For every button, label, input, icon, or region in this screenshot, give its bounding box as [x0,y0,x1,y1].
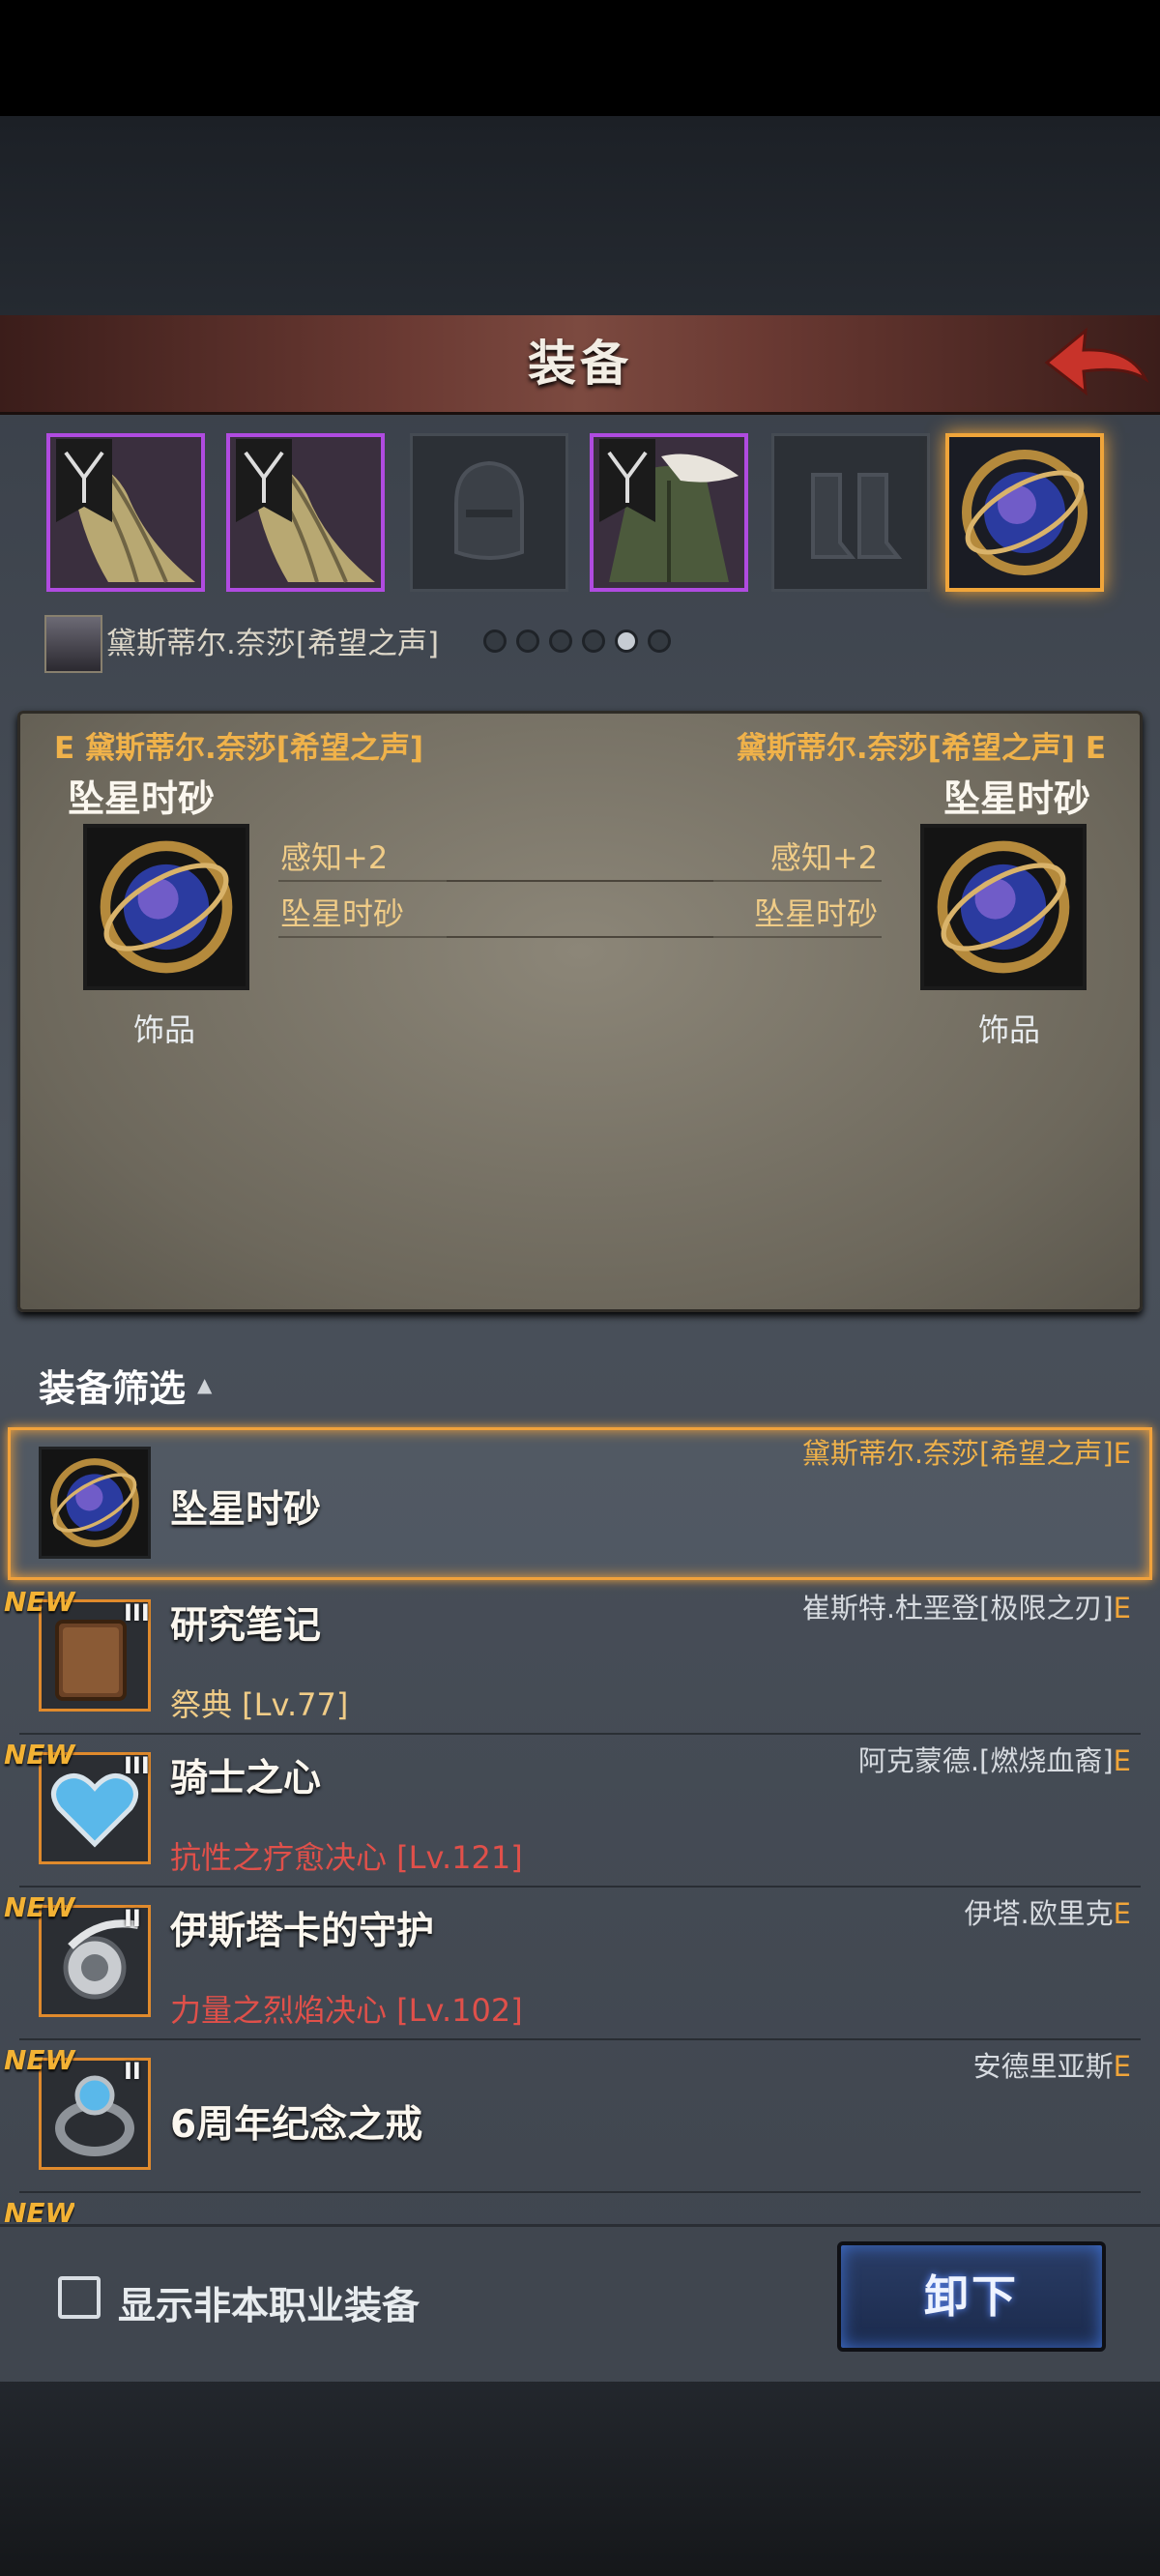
right-effect: 坠星时砂 [753,895,878,932]
page-dot-2[interactable] [516,629,539,653]
status-bar-area [0,0,1160,116]
equip-slot-helmet[interactable] [410,433,568,592]
item-owner: 安德里亚斯E [972,2050,1131,2083]
right-item-icon [920,824,1087,990]
character-name: 黛斯蒂尔.奈莎[希望之声] [106,627,440,661]
item-requirement: 抗性之疗愈决心 [Lv.121] [170,1839,523,1876]
tier-badge: II [124,1905,141,1932]
avatar [44,615,102,673]
equip-slot-4[interactable] [590,433,748,592]
back-button[interactable] [1039,319,1155,406]
unequip-button-label[interactable]: 卸下 [837,2241,1106,2352]
right-item-name: 坠星时砂 [942,777,1090,820]
item-requirement: 祭典 [Lv.77] [170,1686,349,1723]
row-divider [19,1886,1141,1888]
equip-slot-boots[interactable] [771,433,930,592]
item-owner: 伊塔.欧里克E [964,1897,1131,1930]
item-icon [39,1447,151,1559]
row-divider [19,1733,1141,1735]
item-name: 6周年纪念之戒 [170,2103,423,2147]
equip-slot-accessory[interactable] [945,433,1104,592]
item-name: 伊斯塔卡的守护 [170,1910,435,1953]
hourglass-orb-icon [937,840,1070,974]
right-category: 饰品 [978,1011,1041,1048]
item-requirement: 力量之烈焰决心 [Lv.102] [170,1992,523,2029]
new-badge: NEW [4,2044,75,2076]
page-dot-5-active[interactable] [615,629,638,653]
page-dot-6[interactable] [648,629,671,653]
item-name: 坠星时砂 [170,1488,322,1532]
top-backdrop [0,116,1160,315]
back-arrow-icon [1044,327,1149,396]
hourglass-orb-icon [962,450,1088,575]
left-owner: E 黛斯蒂尔.奈莎[希望之声] [54,731,424,766]
banner-icon [56,439,112,522]
right-stat: 感知+2 [769,839,878,876]
item-owner: 崔斯特.杜垩登[极限之刃]E [801,1592,1131,1625]
checkbox-label[interactable]: 显示非本职业装备 [118,2276,420,2330]
boots-icon [811,473,903,559]
item-owner: 黛斯蒂尔.奈莎[希望之声]E [801,1437,1131,1470]
equip-slot-2[interactable] [226,433,385,592]
tier-badge: II [124,2058,141,2085]
banner-icon [599,439,655,522]
hourglass-orb-icon [100,840,233,974]
item-name: 研究笔记 [170,1604,322,1648]
right-divider [447,880,882,882]
helmet-icon [454,460,524,560]
bottom-backdrop [0,2379,1160,2576]
new-badge: NEW [4,1586,75,1618]
left-category: 饰品 [133,1011,196,1048]
tier-badge: III [124,1752,150,1779]
row-divider [19,2191,1141,2193]
page-dot-3[interactable] [549,629,572,653]
new-badge: NEW [4,1891,75,1923]
show-other-class-checkbox[interactable] [58,2276,101,2319]
equip-slot-1[interactable] [46,433,205,592]
left-item-name: 坠星时砂 [68,777,216,820]
left-effect: 坠星时砂 [280,895,405,932]
hourglass-orb-icon [50,1458,139,1547]
new-badge: NEW [4,2197,75,2222]
row-divider [19,2038,1141,2040]
left-stat: 感知+2 [280,839,389,876]
item-name: 骑士之心 [170,1757,322,1800]
left-item-icon [83,824,249,990]
right-owner: 黛斯蒂尔.奈莎[希望之声] E [736,731,1106,766]
page-dot-4[interactable] [582,629,605,653]
item-owner: 阿克蒙德.[燃烧血裔]E [857,1744,1131,1777]
page-dot-1[interactable] [483,629,507,653]
banner-icon [236,439,292,522]
new-badge: NEW [4,1739,75,1771]
page-title: 装备 [528,336,632,392]
filter-toggle[interactable]: 装备筛选 [39,1359,186,1412]
tier-badge: III [124,1599,150,1626]
caret-up-icon[interactable]: ▲ [197,1373,212,1396]
right-divider [447,936,882,938]
